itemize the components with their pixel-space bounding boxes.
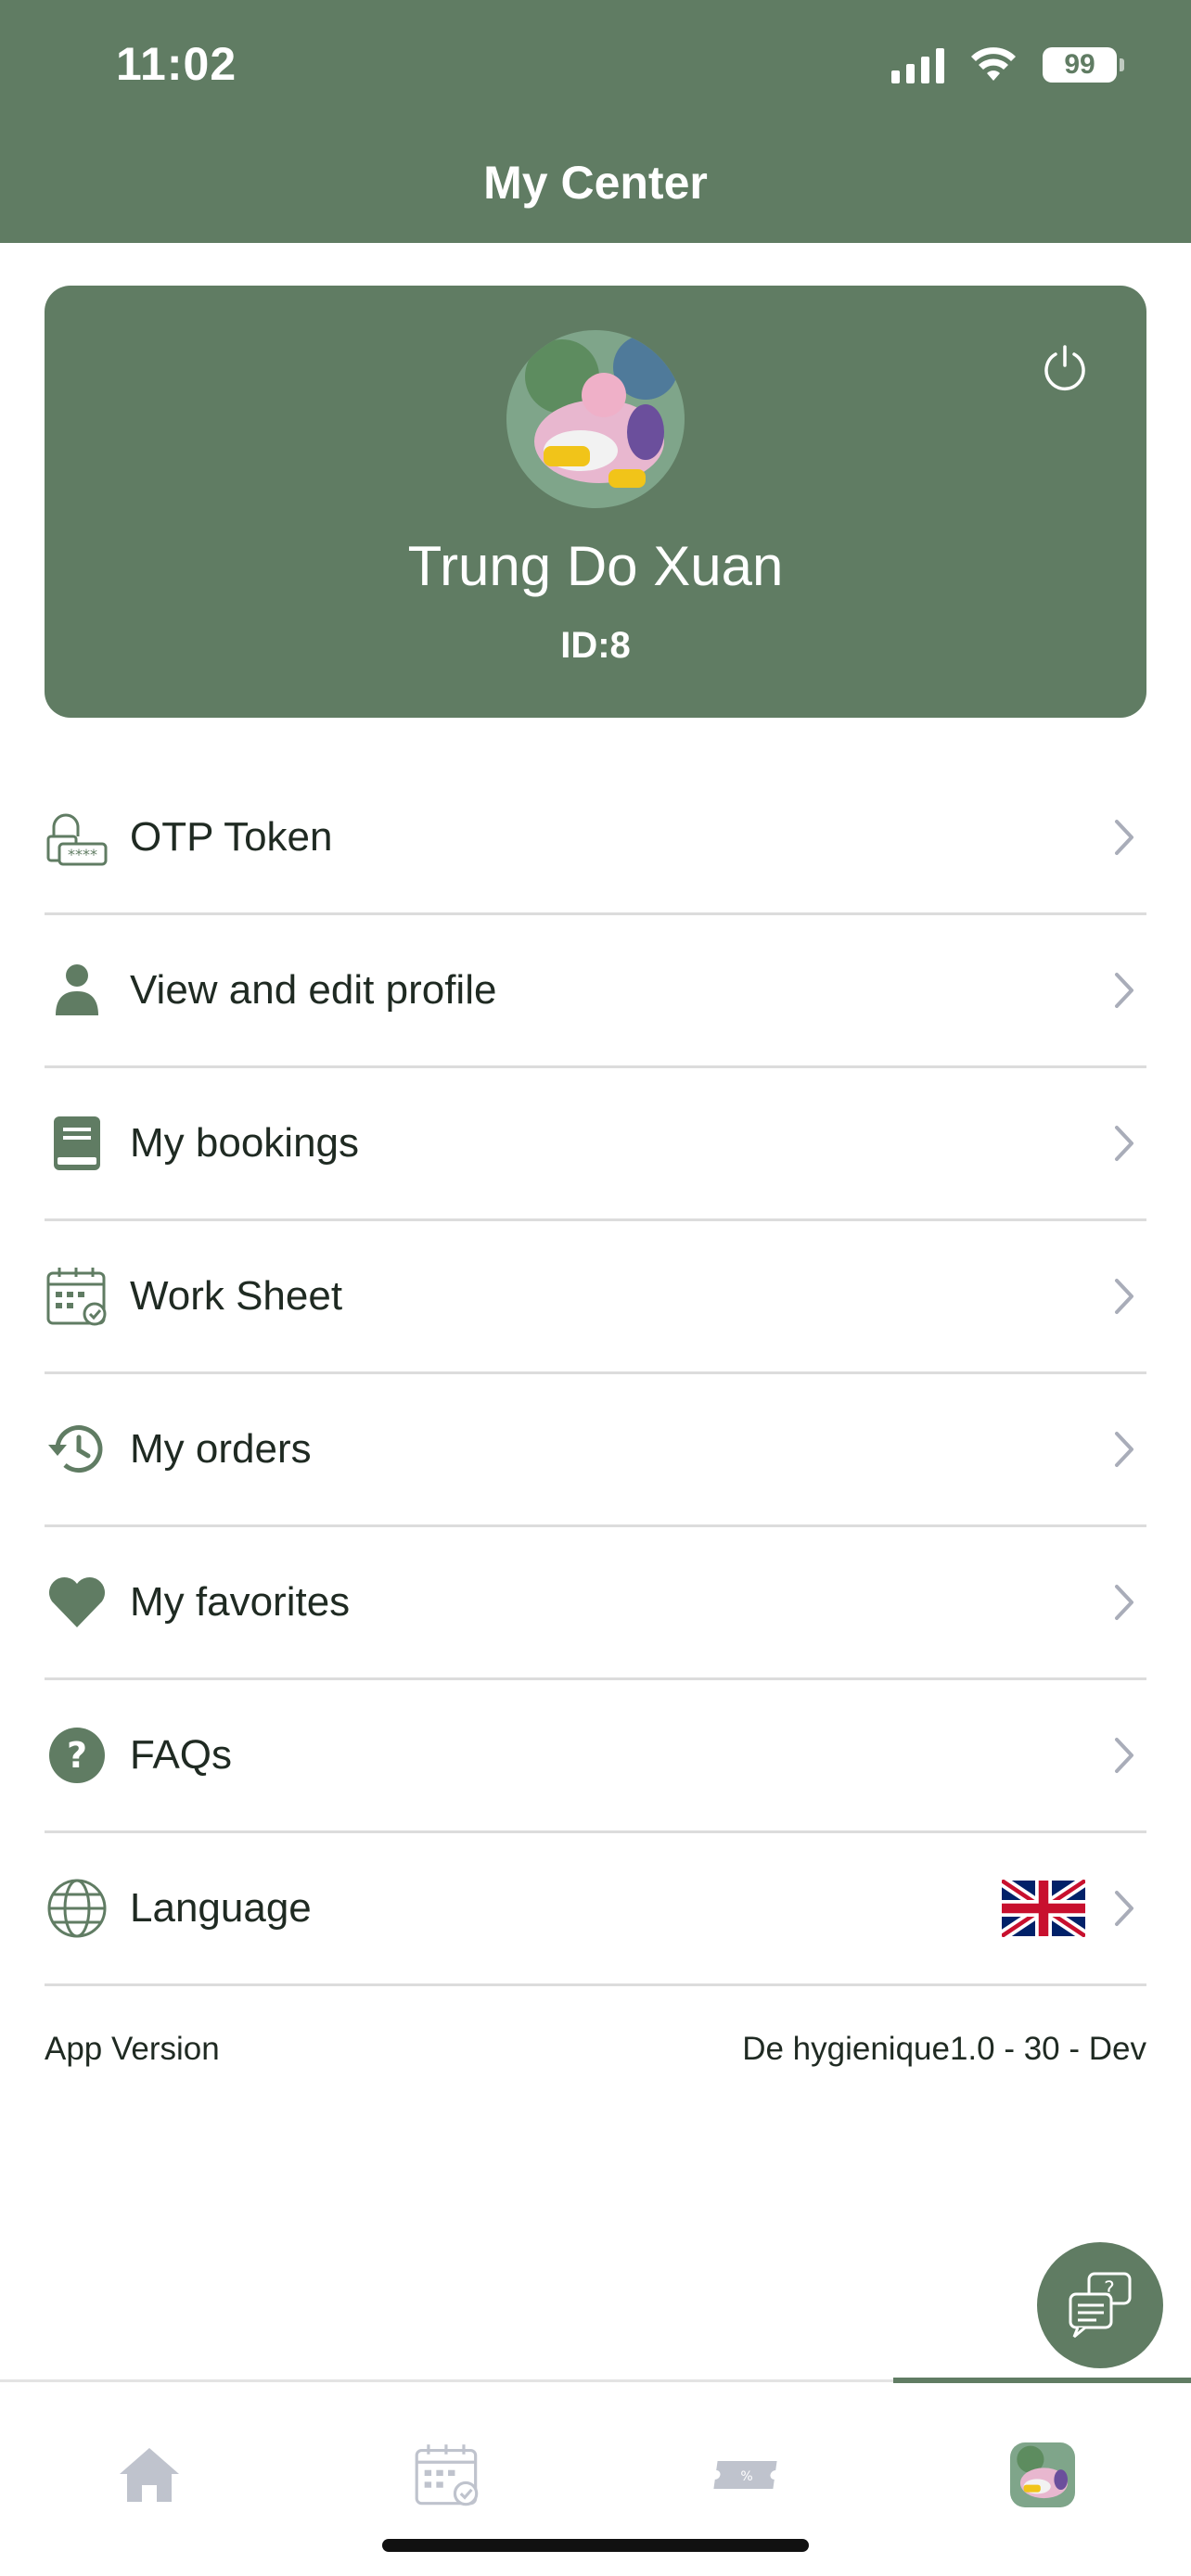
menu-item-work-sheet[interactable]: Work Sheet [45, 1221, 1146, 1374]
history-icon [45, 1417, 109, 1482]
profile-card: Trung Do Xuan ID:8 [45, 286, 1146, 718]
globe-icon [45, 1876, 109, 1941]
cellular-signal-icon [891, 46, 944, 83]
menu-list: **** OTP Token View and edit profile My … [45, 762, 1146, 1986]
menu-item-my-favorites[interactable]: My favorites [45, 1527, 1146, 1680]
chevron-right-icon [1115, 1432, 1133, 1467]
chevron-right-icon [1115, 820, 1133, 855]
menu-item-view-edit-profile[interactable]: View and edit profile [45, 915, 1146, 1068]
heart-icon [45, 1570, 109, 1635]
uk-flag-icon[interactable] [1002, 1880, 1085, 1937]
profile-id: ID:8 [560, 625, 631, 666]
chat-question-icon: ? [1069, 2272, 1132, 2339]
svg-text:****: **** [68, 846, 97, 863]
menu-label-otp-token: OTP Token [130, 814, 333, 860]
menu-label-language: Language [130, 1885, 312, 1931]
calendar-icon [415, 2444, 478, 2506]
menu-label-my-favorites: My favorites [130, 1579, 351, 1625]
menu-label-faqs: FAQs [130, 1732, 233, 1778]
app-version-row: App Version De hygienique1.0 - 30 - Dev [45, 2031, 1146, 2068]
book-icon [45, 1111, 109, 1176]
tab-calendar[interactable] [298, 2438, 596, 2512]
tab-home[interactable] [0, 2438, 298, 2512]
status-icons: 99 [891, 46, 1124, 83]
active-tab-indicator [893, 2378, 1191, 2383]
chevron-right-icon [1115, 1126, 1133, 1161]
status-time: 11:02 [116, 38, 237, 90]
support-chat-button[interactable]: ? [1037, 2242, 1163, 2368]
otp-lock-icon: **** [45, 805, 109, 870]
menu-item-language[interactable]: Language [45, 1833, 1146, 1986]
svg-text:%: % [740, 2469, 752, 2484]
menu-item-my-bookings[interactable]: My bookings [45, 1068, 1146, 1221]
menu-item-my-orders[interactable]: My orders [45, 1374, 1146, 1527]
battery-icon: 99 [1043, 47, 1124, 83]
person-icon [45, 958, 109, 1023]
wifi-icon [971, 47, 1016, 81]
svg-text:?: ? [67, 1735, 87, 1776]
battery-level: 99 [1064, 49, 1095, 80]
menu-label-view-edit-profile: View and edit profile [130, 967, 497, 1013]
menu-label-my-bookings: My bookings [130, 1120, 360, 1166]
menu-item-faqs[interactable]: ? FAQs [45, 1680, 1146, 1833]
calendar-check-icon [45, 1264, 109, 1329]
chevron-right-icon [1115, 1891, 1133, 1926]
coupon-icon: % [712, 2461, 777, 2489]
app-version-value: De hygienique1.0 - 30 - Dev [742, 2031, 1146, 2067]
chevron-right-icon [1115, 1585, 1133, 1620]
home-icon [119, 2448, 179, 2502]
avatar[interactable] [506, 330, 685, 508]
menu-label-work-sheet: Work Sheet [130, 1273, 343, 1319]
avatar-tab-icon [1009, 2442, 1075, 2507]
chevron-right-icon [1115, 1279, 1133, 1314]
chevron-right-icon [1115, 1738, 1133, 1773]
tab-vouchers[interactable]: % [596, 2438, 893, 2512]
menu-item-otp-token[interactable]: **** OTP Token [45, 762, 1146, 915]
question-icon: ? [45, 1723, 109, 1788]
profile-name: Trung Do Xuan [407, 535, 784, 597]
app-header: 11:02 99 My Center [0, 0, 1191, 243]
menu-label-my-orders: My orders [130, 1426, 312, 1472]
home-indicator [382, 2539, 809, 2552]
app-version-label: App Version [45, 2031, 220, 2067]
power-icon[interactable] [1039, 341, 1091, 393]
chevron-right-icon [1115, 973, 1133, 1008]
page-title: My Center [483, 157, 708, 209]
tab-my-center[interactable] [893, 2438, 1191, 2512]
